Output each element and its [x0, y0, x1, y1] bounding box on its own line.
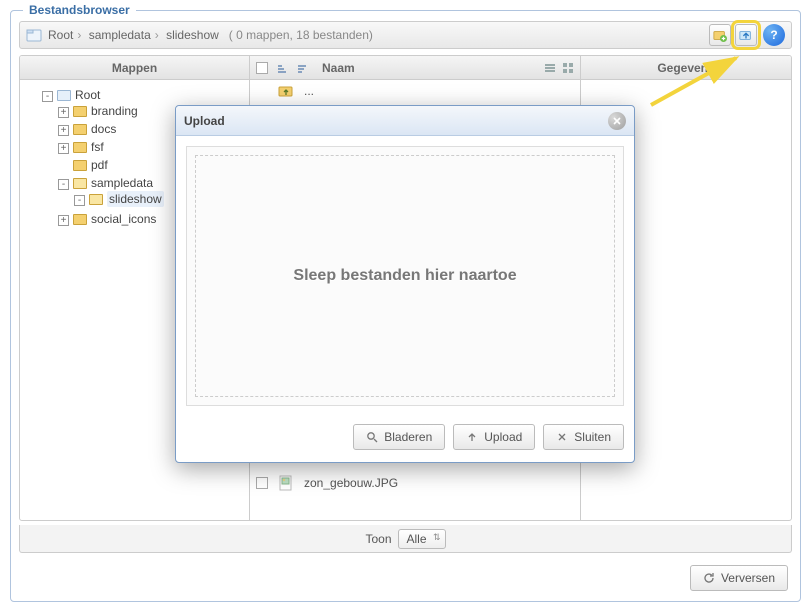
upload-arrow-icon: [466, 431, 478, 443]
browse-label: Bladeren: [384, 430, 432, 444]
upload-label: Upload: [484, 430, 522, 444]
browse-button[interactable]: Bladeren: [353, 424, 445, 450]
close-button[interactable]: Sluiten: [543, 424, 624, 450]
x-icon: [556, 431, 568, 443]
modal-overlay: Upload Sleep bestanden hier naartoe Blad…: [0, 0, 811, 612]
dialog-title: Upload: [184, 114, 225, 128]
start-upload-button[interactable]: Upload: [453, 424, 535, 450]
close-icon: [612, 116, 622, 126]
close-label: Sluiten: [574, 430, 611, 444]
dropzone[interactable]: Sleep bestanden hier naartoe: [186, 146, 624, 406]
dropzone-message: Sleep bestanden hier naartoe: [293, 267, 516, 285]
dialog-close-button[interactable]: [608, 112, 626, 130]
upload-dialog: Upload Sleep bestanden hier naartoe Blad…: [175, 105, 635, 463]
dialog-header[interactable]: Upload: [176, 106, 634, 136]
dialog-footer: Bladeren Upload Sluiten: [176, 416, 634, 462]
search-icon: [366, 431, 378, 443]
